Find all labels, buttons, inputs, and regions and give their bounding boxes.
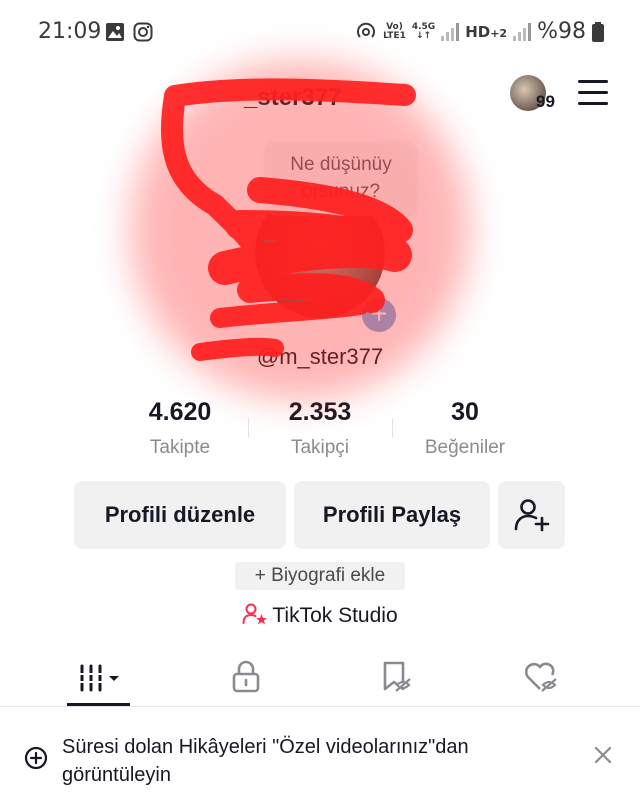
stat-value: 30	[451, 398, 479, 426]
stat-label: Takipçi	[290, 437, 350, 458]
creator-person-star-icon	[242, 603, 268, 625]
stat-following[interactable]: 4.620 Takipte	[110, 398, 250, 459]
share-profile-button[interactable]: Profili Paylaş	[294, 481, 490, 549]
expired-stories-notice[interactable]: Süresi dolan Hikâyeleri "Özel videoların…	[0, 708, 640, 800]
profile-handle: @m_ster377	[256, 344, 384, 369]
tabs-divider	[0, 706, 640, 707]
network-type-icon: 4.5G ↓↑	[411, 21, 436, 41]
volte-icon: Vo) LTE1	[383, 21, 406, 41]
status-system-icons: Vo) LTE1 4.5G ↓↑ HD+2 %98	[355, 19, 604, 44]
stat-label: Beğeniler	[424, 437, 506, 458]
thought-bubble[interactable]: Ne düşünüy orsunuz?	[266, 142, 416, 216]
add-bio-button[interactable]: + Biyografi ekle	[235, 562, 405, 590]
profile-stats: 4.620 Takipte 2.353 Takipçi 30 Beğeniler	[110, 398, 530, 468]
stat-divider	[392, 418, 393, 438]
stat-likes[interactable]: 30 Beğeniler	[395, 398, 535, 459]
content-tabs	[0, 652, 640, 708]
add-person-icon	[514, 499, 549, 532]
liked-hidden-icon	[524, 662, 557, 692]
profile-actions: Profili düzenle Profili Paylaş	[0, 481, 640, 549]
tab-private[interactable]	[166, 652, 326, 708]
hotspot-icon	[357, 22, 375, 38]
story-count-badge: 99	[536, 92, 555, 111]
signal-2-icon	[513, 22, 532, 41]
instagram-icon	[133, 22, 153, 42]
edit-profile-button[interactable]: Profili düzenle	[74, 481, 286, 549]
status-bar: 21:09 Vo) LTE1 4.5G ↓↑ HD+2 %98	[0, 0, 640, 66]
notice-text: Süresi dolan Hikâyeleri "Özel videoların…	[62, 736, 469, 786]
bookmark-hidden-icon	[383, 661, 411, 692]
hd-plus-icon: HD+2	[465, 22, 508, 41]
signal-icon	[441, 22, 460, 41]
stat-followers[interactable]: 2.353 Takipçi	[250, 398, 390, 459]
tab-liked[interactable]	[462, 652, 622, 708]
battery-percent: %98	[537, 19, 586, 44]
add-story-button[interactable]: +	[360, 296, 398, 334]
image-icon	[106, 23, 124, 41]
hamburger-menu-icon[interactable]	[578, 80, 608, 106]
battery-icon	[592, 21, 604, 42]
tab-saved[interactable]	[316, 652, 476, 708]
add-friend-button[interactable]	[498, 481, 565, 549]
videos-grid-icon	[79, 664, 119, 692]
tab-videos[interactable]	[20, 652, 180, 708]
username-title[interactable]: _ster377	[244, 84, 341, 112]
tiktok-studio-label: TikTok Studio	[272, 604, 398, 627]
status-notification-icons	[105, 22, 153, 42]
story-plus-icon	[24, 746, 48, 770]
close-icon[interactable]	[592, 744, 614, 766]
lock-icon	[232, 660, 260, 693]
status-time: 21:09	[38, 19, 102, 44]
stat-value: 4.620	[148, 398, 212, 426]
tiktok-studio-link[interactable]: TikTok Studio	[0, 602, 640, 628]
stat-value: 2.353	[288, 398, 352, 426]
plus-icon: +	[370, 298, 388, 329]
stat-label: Takipte	[149, 437, 211, 458]
stat-divider	[248, 418, 249, 438]
